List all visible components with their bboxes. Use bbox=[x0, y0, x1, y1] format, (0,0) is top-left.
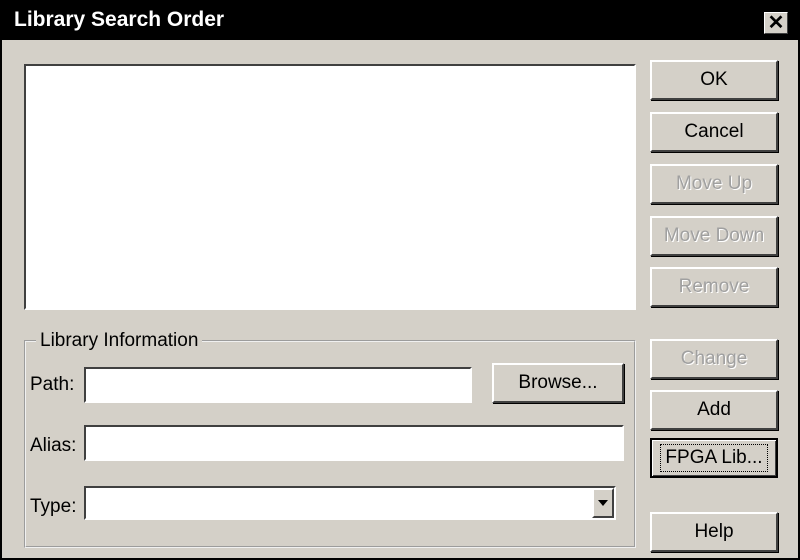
chevron-down-icon bbox=[598, 500, 608, 506]
path-input[interactable] bbox=[84, 367, 472, 403]
ok-button-label: OK bbox=[700, 69, 728, 90]
add-button-label: Add bbox=[697, 399, 731, 420]
remove-button[interactable]: Remove bbox=[650, 267, 778, 307]
change-button[interactable]: Change bbox=[650, 339, 778, 379]
fpga-lib-button-label: FPGA Lib... bbox=[660, 444, 768, 472]
browse-button-label: Browse... bbox=[518, 372, 598, 393]
remove-button-label: Remove bbox=[678, 276, 750, 297]
move-up-button-label: Move Up bbox=[675, 173, 753, 194]
change-button-label: Change bbox=[680, 348, 748, 369]
library-information-label: Library Information bbox=[36, 330, 203, 352]
library-list[interactable] bbox=[24, 64, 636, 310]
close-button[interactable]: ✕ bbox=[764, 12, 788, 34]
type-label: Type: bbox=[30, 496, 77, 517]
help-button[interactable]: Help bbox=[650, 512, 778, 552]
fpga-lib-button[interactable]: FPGA Lib... bbox=[650, 438, 778, 478]
close-icon: ✕ bbox=[767, 12, 785, 34]
alias-label: Alias: bbox=[30, 435, 77, 456]
title-bar: Library Search Order ✕ bbox=[2, 2, 798, 40]
add-button[interactable]: Add bbox=[650, 390, 778, 430]
ok-button[interactable]: OK bbox=[650, 60, 778, 100]
cancel-button-label: Cancel bbox=[684, 121, 744, 142]
move-down-button-label: Move Down bbox=[663, 225, 765, 246]
type-select[interactable] bbox=[84, 486, 616, 520]
path-label: Path: bbox=[30, 374, 75, 395]
browse-button[interactable]: Browse... bbox=[492, 363, 624, 403]
alias-input[interactable] bbox=[84, 425, 624, 461]
type-dropdown-button[interactable] bbox=[592, 488, 614, 518]
window-title: Library Search Order bbox=[14, 8, 225, 31]
library-search-order-dialog: Library Search Order ✕ OK Cancel Move Up… bbox=[0, 0, 800, 560]
move-up-button[interactable]: Move Up bbox=[650, 164, 778, 204]
help-button-label: Help bbox=[694, 521, 734, 542]
move-down-button[interactable]: Move Down bbox=[650, 216, 778, 256]
cancel-button[interactable]: Cancel bbox=[650, 112, 778, 152]
